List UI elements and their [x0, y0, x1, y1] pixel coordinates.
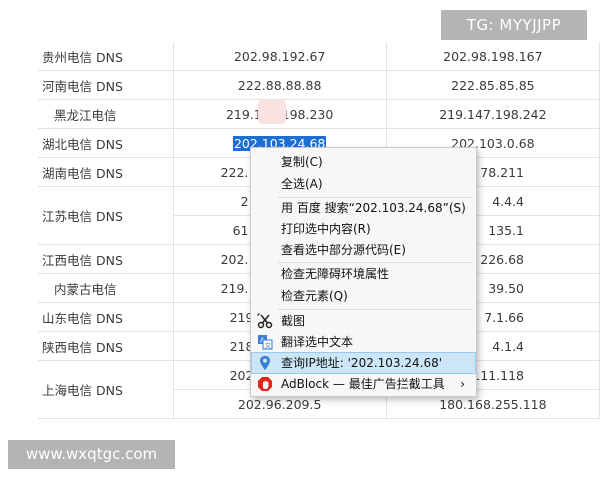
menu-item-copy[interactable]: 复制(C)	[252, 152, 475, 172]
site-watermark: www.wxqtgc.com	[8, 440, 175, 469]
dns-name-cell: 湖北电信 DNS	[38, 128, 174, 158]
dns-name-cell: 河南电信 DNS	[38, 70, 174, 100]
dns-name-cell: 山东电信 DNS	[38, 302, 174, 332]
dns-name-cell: 黑龙江电信	[38, 99, 174, 129]
menu-item-search[interactable]: 用 百度 搜索“202.103.24.68”(S)	[252, 198, 475, 218]
menu-item-label: AdBlock — 最佳广告拦截工具	[281, 377, 445, 391]
dns-name-cell: 内蒙古电信	[38, 273, 174, 303]
tg-watermark: TG: MYYJJPP	[441, 10, 587, 40]
dns-name-cell: 上海电信 DNS	[38, 360, 174, 419]
menu-item-label: 截图	[281, 314, 306, 328]
menu-item-ip-lookup[interactable]: 查询IP地址: '202.103.24.68'	[251, 352, 476, 374]
menu-item-translate[interactable]: A 文 翻译选中文本	[252, 332, 475, 352]
submenu-arrow-icon: ›	[460, 377, 465, 391]
menu-item-adblock[interactable]: AdBlock — 最佳广告拦截工具 ›	[252, 374, 475, 394]
menu-separator	[278, 309, 472, 310]
menu-item-view-source[interactable]: 查看选中部分源代码(E)	[252, 240, 475, 260]
scissors-icon	[257, 313, 273, 329]
menu-item-screenshot[interactable]: 截图	[252, 311, 475, 331]
cursor-highlight	[258, 100, 286, 124]
secondary-ip-cell: 222.85.85.85	[386, 70, 600, 100]
adblock-icon	[258, 377, 272, 391]
menu-item-label: 翻译选中文本	[281, 335, 354, 349]
dns-name-cell: 江西电信 DNS	[38, 244, 174, 274]
dns-name-text: 黑龙江电信	[54, 107, 117, 123]
menu-item-inspect[interactable]: 检查元素(Q)	[252, 286, 475, 306]
table-row: 黑龙江电信 219.147.198.230 219.147.198.242	[38, 99, 600, 129]
table-row: 河南电信 DNS 222.88.88.88 222.85.85.85	[38, 70, 600, 100]
menu-item-print-selection[interactable]: 打印选中内容(R)	[252, 219, 475, 239]
menu-item-select-all[interactable]: 全选(A)	[252, 174, 475, 194]
dns-name-cell: 江苏电信 DNS	[38, 186, 174, 245]
table-row: 贵州电信 DNS 202.98.192.67 202.98.198.167	[38, 42, 600, 71]
dns-name-cell: 贵州电信 DNS	[38, 42, 174, 71]
menu-item-label: 查询IP地址: '202.103.24.68'	[281, 356, 443, 370]
primary-ip-cell: 222.88.88.88	[173, 70, 387, 100]
dns-name-cell: 陕西电信 DNS	[38, 331, 174, 361]
dns-name-cell: 湖南电信 DNS	[38, 157, 174, 187]
location-pin-icon	[260, 356, 270, 370]
dns-name-text: 内蒙古电信	[54, 281, 117, 297]
menu-item-accessibility[interactable]: 检查无障碍环境属性	[252, 264, 475, 284]
svg-text:文: 文	[265, 341, 272, 350]
secondary-ip-cell: 202.98.198.167	[386, 42, 600, 71]
menu-separator	[278, 262, 472, 263]
translate-icon: A 文	[258, 335, 273, 350]
primary-ip-cell: 202.98.192.67	[173, 42, 387, 71]
context-menu: 复制(C) 全选(A) 用 百度 搜索“202.103.24.68”(S) 打印…	[250, 147, 477, 397]
secondary-ip-cell: 219.147.198.242	[386, 99, 600, 129]
